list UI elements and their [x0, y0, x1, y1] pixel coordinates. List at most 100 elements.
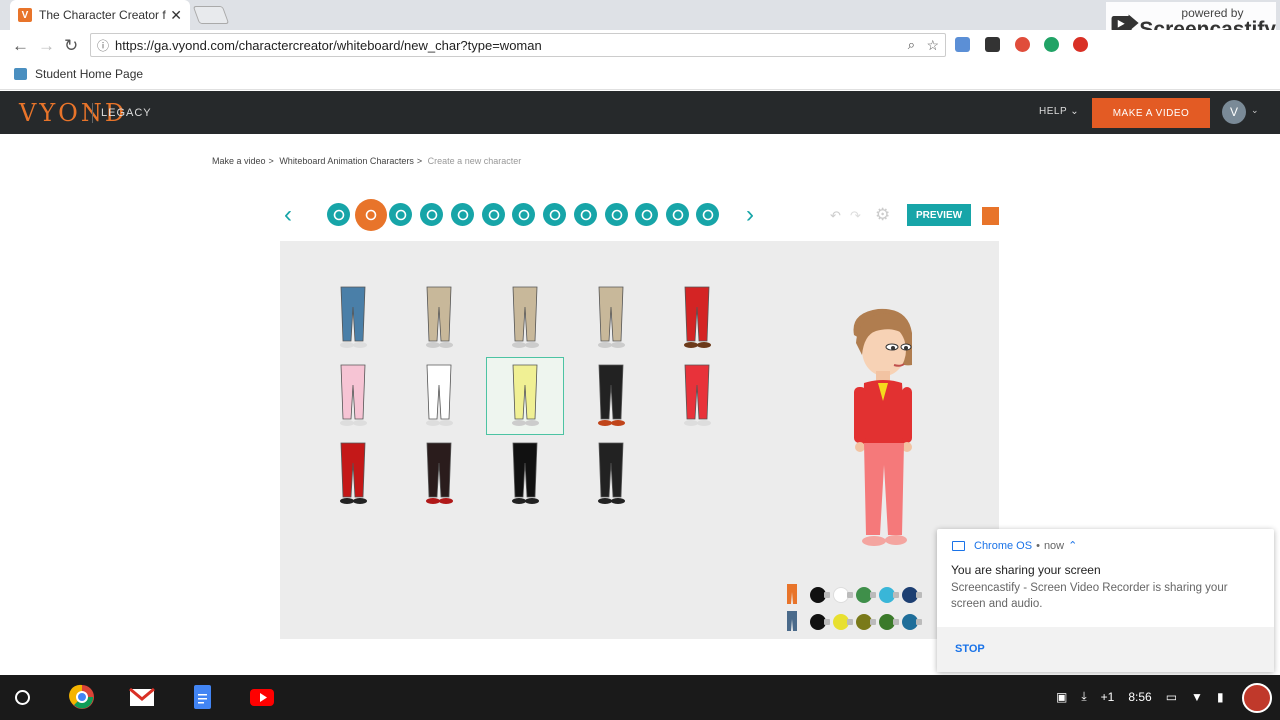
outfit-item[interactable]: [486, 279, 564, 357]
zoom-icon[interactable]: ⌕: [908, 37, 915, 53]
status-tray[interactable]: ▣ ⤓ +1 8:56 ▭ ▼ ▮: [1056, 689, 1224, 704]
outfit-item[interactable]: [314, 435, 392, 513]
bookmark-star-icon[interactable]: ☆: [926, 37, 939, 54]
chevron-down-icon: ⌄: [1070, 106, 1080, 117]
breadcrumb-current: Create a new character: [427, 156, 522, 166]
launcher-icon[interactable]: [15, 690, 30, 705]
gear-icon[interactable]: ⚙: [875, 205, 890, 225]
outfit-item[interactable]: [486, 357, 564, 435]
notification-time: now: [1043, 539, 1065, 552]
new-tab-button[interactable]: [192, 6, 230, 24]
clock: 8:56: [1128, 689, 1152, 704]
cast-icon: ▭: [1165, 689, 1178, 704]
help-menu[interactable]: HELP ⌄: [1039, 106, 1079, 117]
category-mouth-icon[interactable]: [482, 203, 505, 226]
chevron-down-icon[interactable]: ⌄: [1251, 105, 1259, 116]
outfit-item[interactable]: [314, 279, 392, 357]
avatar[interactable]: V: [1222, 100, 1246, 124]
save-icon[interactable]: [982, 207, 999, 225]
pants-color-icon: [787, 584, 797, 604]
address-bar[interactable]: ⓘ https://ga.vyond.com/charactercreator/…: [90, 33, 946, 57]
category-face-icon[interactable]: [389, 203, 412, 226]
tab-title: The Character Creator fr: [39, 8, 167, 22]
preview-button[interactable]: PREVIEW: [907, 204, 971, 226]
user-avatar[interactable]: [1242, 683, 1272, 713]
battery-icon: ▮: [1216, 689, 1224, 704]
outfit-item[interactable]: [400, 435, 478, 513]
forward-icon[interactable]: →: [38, 36, 55, 56]
extension-icon[interactable]: [1015, 37, 1030, 52]
outfit-item[interactable]: [572, 435, 650, 513]
outfit-item[interactable]: [400, 357, 478, 435]
app-header: VYOND LEGACY HELP ⌄ MAKE A VIDEO V ⌄: [0, 91, 1280, 134]
outfit-item[interactable]: [314, 357, 392, 435]
outfit-item[interactable]: [572, 279, 650, 357]
chevron-up-icon[interactable]: ⌃: [1068, 539, 1077, 552]
download-icon: ⤓: [1081, 689, 1087, 703]
category-shirt-icon[interactable]: [327, 203, 350, 226]
address-url: https://ga.vyond.com/charactercreator/wh…: [115, 37, 542, 53]
legacy-label: LEGACY: [92, 103, 152, 123]
category-pants-icon[interactable]: [355, 199, 387, 231]
category-head-icon[interactable]: [451, 203, 474, 226]
pants-secondary-color-icon: [787, 611, 797, 631]
vyond-favicon-icon: V: [18, 8, 32, 22]
stop-sharing-button[interactable]: STOP: [955, 643, 985, 655]
screen-share-icon: [952, 540, 965, 551]
breadcrumb-make-video[interactable]: Make a video: [212, 156, 266, 166]
extension-icon[interactable]: [955, 37, 970, 52]
swatch-dropdown-icon: [870, 592, 876, 598]
gmail-icon[interactable]: [129, 684, 155, 710]
breadcrumb-whiteboard[interactable]: Whiteboard Animation Characters: [279, 156, 414, 166]
info-icon[interactable]: ⓘ: [97, 37, 109, 54]
tab-strip: V The Character Creator fr ✕: [0, 0, 1280, 30]
category-brows-icon[interactable]: [605, 203, 628, 226]
character-preview: [853, 308, 912, 546]
swatch-dropdown-icon: [824, 619, 830, 625]
wifi-icon: ▼: [1191, 689, 1203, 704]
bookmark-student-home[interactable]: Student Home Page: [35, 67, 143, 81]
outfit-item[interactable]: [658, 279, 736, 357]
prev-category-arrow-icon[interactable]: ‹: [284, 203, 292, 227]
category-eyes-icon[interactable]: [574, 203, 597, 226]
category-glasses-icon[interactable]: [666, 203, 689, 226]
category-hair-icon[interactable]: [420, 203, 443, 226]
outfit-item[interactable]: [486, 435, 564, 513]
breadcrumb: Make a video > Whiteboard Animation Chara…: [212, 156, 522, 166]
category-nose-icon[interactable]: [512, 203, 535, 226]
category-dress-icon[interactable]: [635, 203, 658, 226]
extension-icon[interactable]: [985, 37, 1000, 52]
category-eyebrows-icon[interactable]: [543, 203, 566, 226]
category-accessories-icon[interactable]: [696, 203, 719, 226]
screencastify-powered-by: powered by: [1181, 5, 1244, 20]
notification-source: Chrome OS: [974, 539, 1033, 552]
tab-close-icon[interactable]: ✕: [170, 7, 182, 24]
swatch-dropdown-icon: [847, 619, 853, 625]
notification-actions: STOP: [937, 627, 1274, 672]
tab-active[interactable]: V The Character Creator fr ✕: [10, 0, 190, 30]
extension-icon[interactable]: [1073, 37, 1088, 52]
swatch-dropdown-icon: [916, 619, 922, 625]
swatch-dropdown-icon: [870, 619, 876, 625]
docs-icon[interactable]: [189, 684, 215, 710]
bookmark-favicon-icon: [14, 68, 27, 80]
screen-capture-icon: ▣: [1056, 689, 1068, 704]
notification-body: Screencastify - Screen Video Recorder is…: [951, 582, 1228, 610]
category-toolbar: ‹ › ↶ ↷ ⚙ PREVIEW: [280, 189, 999, 241]
back-icon[interactable]: ←: [12, 36, 29, 56]
help-label: HELP: [1039, 106, 1067, 117]
youtube-icon[interactable]: [249, 684, 275, 710]
grammarly-icon[interactable]: [1044, 37, 1059, 52]
outfit-item[interactable]: [572, 357, 650, 435]
make-a-video-button[interactable]: MAKE A VIDEO: [1092, 98, 1210, 128]
swatch-dropdown-icon: [847, 592, 853, 598]
chrome-icon[interactable]: [69, 684, 95, 710]
outfit-item[interactable]: [400, 279, 478, 357]
swatch-dropdown-icon: [893, 619, 899, 625]
reload-icon[interactable]: ↻: [64, 36, 78, 56]
outfit-item[interactable]: [658, 357, 736, 435]
undo-icon[interactable]: ↶: [830, 208, 841, 224]
notification-title: You are sharing your screen: [951, 563, 1101, 577]
redo-icon[interactable]: ↷: [850, 208, 861, 224]
next-category-arrow-icon[interactable]: ›: [746, 203, 754, 227]
